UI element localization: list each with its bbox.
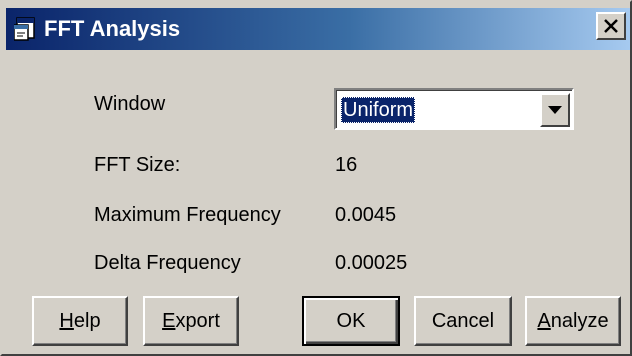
help-label: elp — [73, 309, 101, 332]
export-label: xport — [175, 309, 220, 332]
window-select[interactable]: Uniform — [334, 88, 574, 130]
fft-size-value: 16 — [335, 154, 358, 176]
max-frequency-label: Maximum Frequency — [94, 204, 281, 226]
dropdown-button[interactable] — [540, 93, 570, 127]
dialog-title: FFT Analysis — [44, 16, 181, 41]
delta-frequency-label: Delta Frequency — [94, 252, 241, 274]
window-select-field[interactable]: Uniform — [336, 90, 572, 128]
max-frequency-value: 0.0045 — [335, 204, 397, 226]
export-button[interactable]: Export — [143, 296, 239, 346]
help-mnemonic: H — [59, 309, 74, 332]
fft-size-label: FFT Size: — [94, 154, 181, 176]
close-button[interactable] — [596, 12, 626, 40]
help-button[interactable]: Help — [32, 296, 128, 346]
chevron-down-icon — [548, 106, 562, 114]
fft-analysis-dialog: FFT Analysis Window Uniform FFT Size: 16… — [0, 0, 632, 356]
analyze-button[interactable]: Analyze — [525, 296, 621, 346]
app-window-icon — [13, 17, 36, 41]
title-bar[interactable]: FFT Analysis — [6, 8, 630, 50]
window-label: Window — [94, 93, 166, 115]
cancel-button[interactable]: Cancel — [414, 296, 512, 346]
delta-frequency-value: 0.00025 — [335, 252, 408, 274]
export-mnemonic: E — [162, 309, 176, 332]
close-icon — [604, 19, 618, 33]
window-select-value[interactable]: Uniform — [341, 97, 416, 123]
cancel-label: Cancel — [431, 309, 495, 332]
ok-button[interactable]: OK — [302, 296, 400, 346]
analyze-label: nalyze — [550, 309, 609, 332]
analyze-mnemonic: A — [537, 309, 551, 332]
ok-label: OK — [336, 309, 366, 332]
